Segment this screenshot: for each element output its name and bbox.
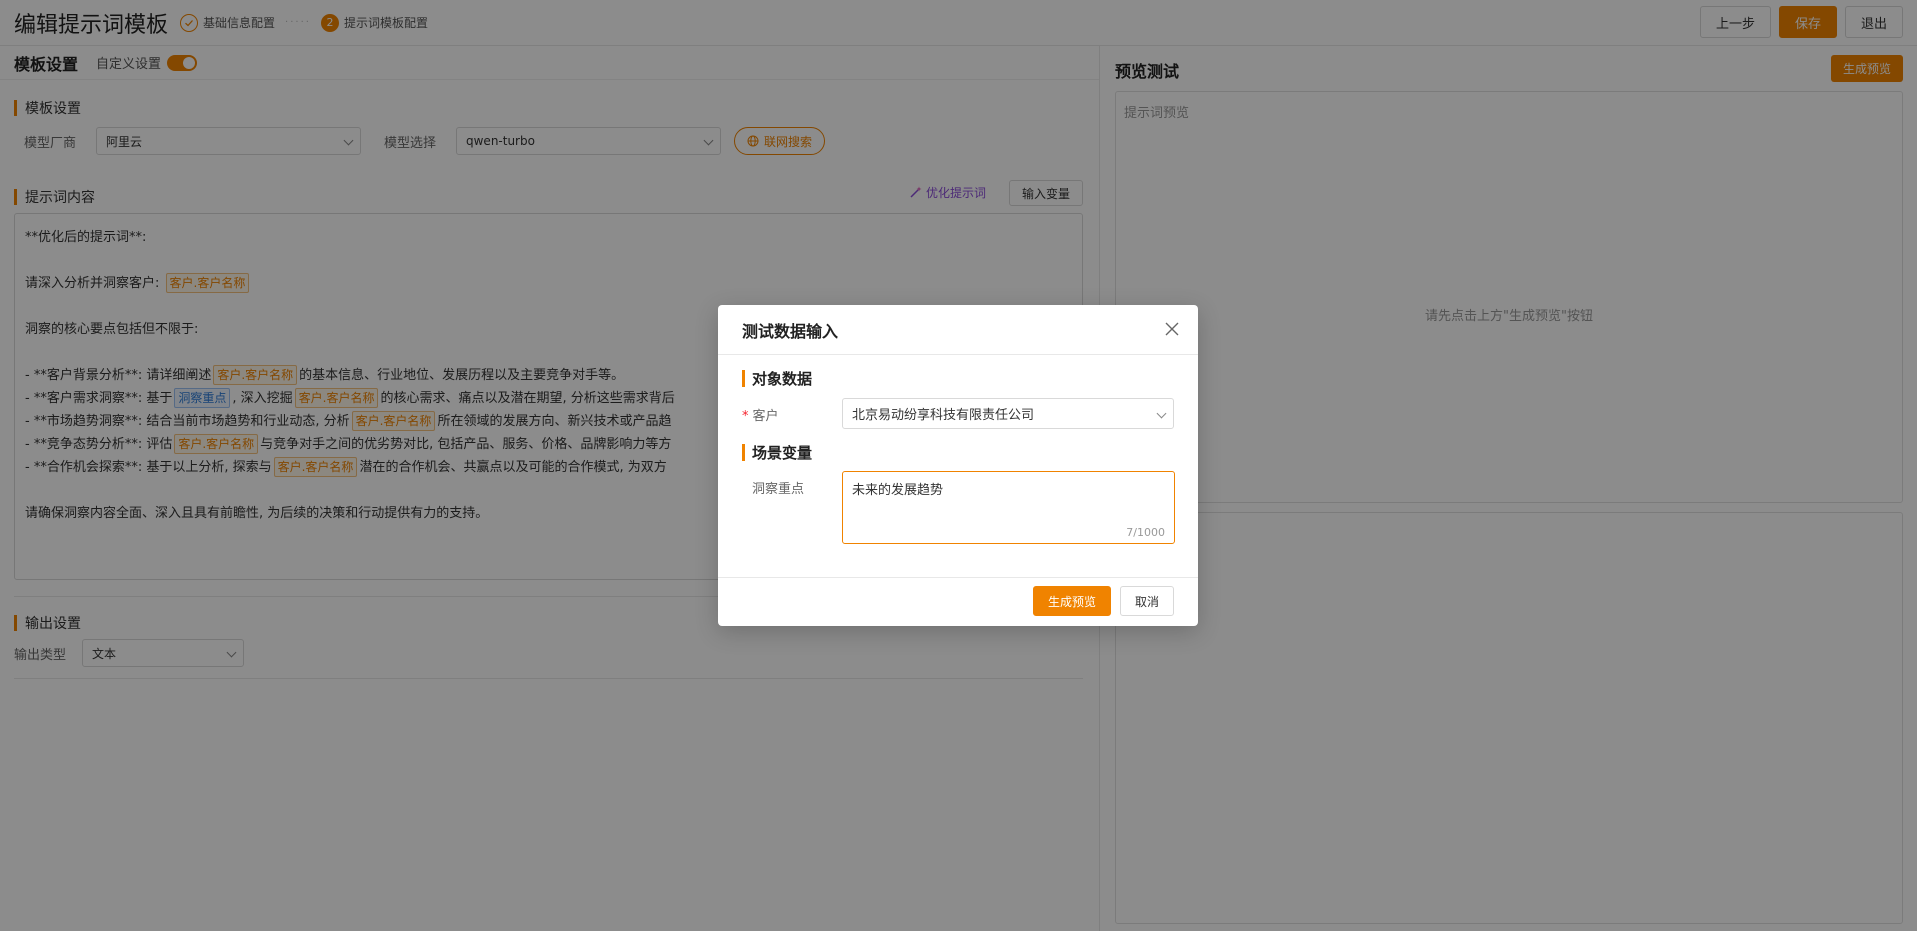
focus-textarea[interactable]: 未来的发展趋势 7/1000 [842,471,1175,544]
cancel-button[interactable]: 取消 [1119,586,1174,616]
scene-variable-section: 场景变量 [742,442,812,463]
char-count: 7/1000 [1126,526,1165,539]
focus-label: 洞察重点 [752,482,805,497]
test-data-dialog: 测试数据输入 对象数据 * 客户 北京易动纷享科技有限责任公司 场景变量 洞察重点… [718,305,1198,626]
object-data-section: 对象数据 [742,368,812,389]
dialog-title: 测试数据输入 [742,322,839,341]
generate-preview-confirm-button[interactable]: 生成预览 [1032,586,1111,616]
close-icon[interactable] [1164,321,1180,337]
customer-label: * 客户 [742,409,779,424]
chevron-down-icon [1156,408,1167,419]
customer-select[interactable]: 北京易动纷享科技有限责任公司 [842,398,1174,429]
